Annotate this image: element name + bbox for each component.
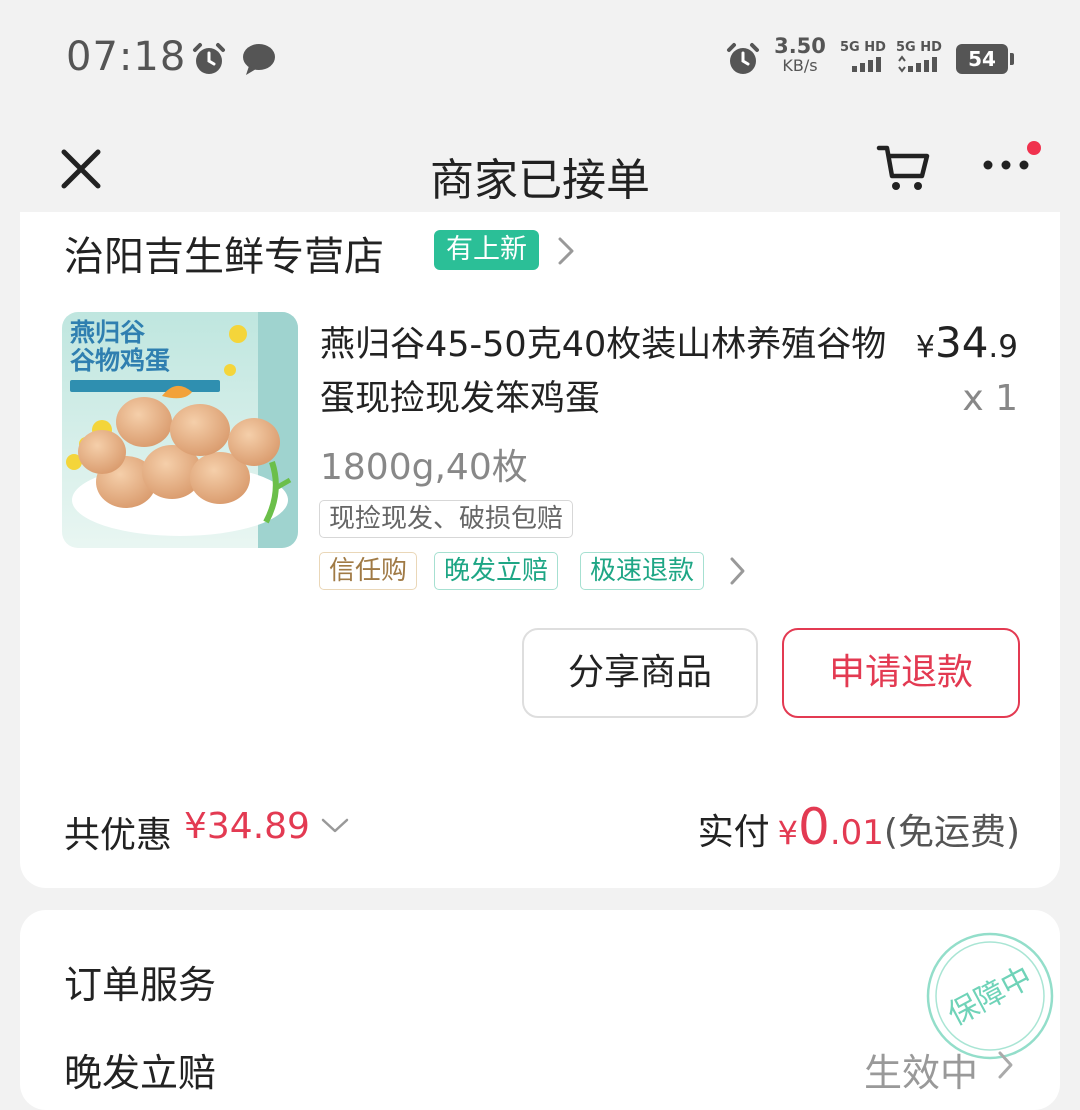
- price-symbol: ¥: [915, 330, 935, 365]
- more-icon[interactable]: [980, 148, 1036, 178]
- paid-symbol: ¥: [777, 814, 799, 852]
- battery-icon: 54: [956, 44, 1014, 74]
- price-integer: 34: [934, 318, 989, 367]
- status-time: 07:18: [66, 34, 187, 80]
- chevron-right-icon[interactable]: [556, 236, 578, 266]
- product-spec: 1800g,40枚: [320, 447, 528, 488]
- shop-name[interactable]: 治阳吉生鲜专营店: [64, 224, 384, 282]
- product-image[interactable]: 燕归谷 谷物鸡蛋: [62, 312, 298, 548]
- shop-new-badge: 有上新: [434, 230, 539, 270]
- network-speed: 3.50 KB/s: [772, 36, 828, 76]
- price-decimal: .9: [988, 329, 1018, 365]
- order-service-title: 订单服务: [64, 963, 217, 1007]
- guarantee-stamp-text: 保障中: [942, 960, 1038, 1033]
- sim2-label: 5G HD: [896, 40, 942, 55]
- product-quantity: x 1: [962, 378, 1018, 419]
- chevron-right-icon[interactable]: [728, 556, 748, 586]
- product-image-title: 谷物鸡蛋: [70, 346, 171, 375]
- late-compensation-status: 生效中: [864, 1051, 979, 1095]
- chevron-down-icon[interactable]: [320, 816, 350, 836]
- network-speed-value: 3.50: [774, 34, 826, 58]
- signal-icon: 5G HD: [896, 40, 946, 76]
- paid-amount: 实付 ¥0.01(免运费): [698, 798, 1020, 856]
- cart-icon[interactable]: [876, 140, 932, 196]
- service-tag-fast-refund[interactable]: 极速退款: [580, 552, 705, 590]
- network-speed-unit: KB/s: [782, 56, 818, 75]
- discount-value[interactable]: ¥34.89: [184, 806, 310, 847]
- sim1-label: 5G HD: [840, 40, 886, 55]
- request-refund-button[interactable]: 申请退款: [782, 628, 1020, 718]
- service-tag-late-compensation[interactable]: 晚发立赔: [434, 552, 559, 590]
- notification-dot: [1027, 141, 1041, 155]
- chevron-right-icon[interactable]: [996, 1050, 1016, 1080]
- signal-icon: 5G HD: [840, 40, 890, 76]
- chat-icon: [243, 44, 275, 75]
- paid-label: 实付: [697, 812, 770, 853]
- product-price: ¥34.9: [916, 318, 1018, 367]
- late-compensation-label[interactable]: 晚发立赔: [64, 1042, 216, 1097]
- share-product-button[interactable]: 分享商品: [522, 628, 758, 718]
- product-image-brand: 燕归谷: [70, 318, 146, 347]
- discount-label: 共优惠: [64, 815, 173, 856]
- alarm-icon: [193, 43, 225, 74]
- product-title[interactable]: 燕归谷45-50克40枚装山林养殖谷物蛋现捡现发笨鸡蛋: [320, 318, 900, 426]
- shipping-note: (免运费): [883, 812, 1020, 853]
- service-tag-trust[interactable]: 信任购: [319, 552, 418, 590]
- paid-decimal: .01: [829, 813, 884, 853]
- promise-tag: 现捡现发、破损包赔: [319, 500, 574, 538]
- alarm-icon: [727, 43, 759, 74]
- paid-integer: 0: [798, 798, 830, 856]
- battery-level: 54: [968, 47, 996, 71]
